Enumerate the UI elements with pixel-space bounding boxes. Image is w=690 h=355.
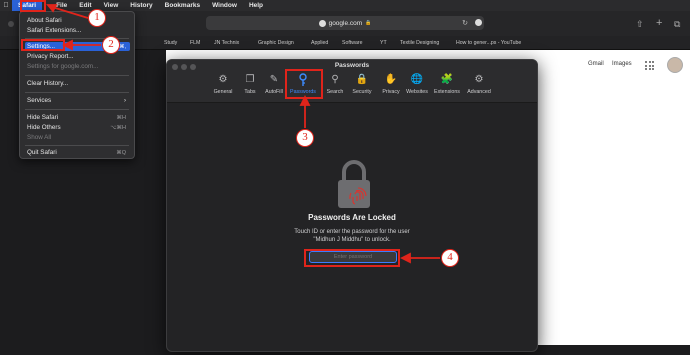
menu-shortcut: ⌘H [116,114,126,121]
menu-item-label: About Safari [27,17,62,24]
bookmark-flm[interactable]: FLM [190,40,200,46]
reload-icon[interactable]: ↻ [462,19,468,27]
locked-description: Touch ID or enter the password for the u… [167,228,537,244]
site-icon [318,19,326,27]
images-link[interactable]: Images [612,61,632,67]
menu-edit[interactable]: Edit [73,2,97,9]
new-tab-icon[interactable]: + [656,17,662,29]
apple-logo-icon[interactable]:  [0,2,12,9]
tab-advanced-label: Advanced [467,89,491,95]
tab-websites-label: Websites [406,89,428,95]
menu-item-label: Show All [27,134,52,141]
menu-item-label: Hide Others [27,124,61,131]
menu-view[interactable]: View [98,2,125,9]
menu-item-label: Services [27,97,52,104]
share-icon[interactable]: ⇧ [636,19,644,30]
annotation-step-1: 1 [88,9,106,27]
annotation-step-2: 2 [102,36,120,54]
locked-title: Passwords Are Locked [308,213,396,222]
passwords-titlebar: Passwords ⚙ General ❐ Tabs ✎ AutoFill Pa… [167,60,537,103]
bookmark-study[interactable]: Study [164,40,177,46]
menu-bar:  Safari File Edit View History Bookmark… [0,0,690,11]
secure-lock-icon: 🔒 [365,20,372,26]
puzzle-icon: 🧩 [440,74,454,85]
annotation-box-password-field [304,249,400,267]
extension-icon[interactable] [475,19,482,26]
bookmark-textile-designing[interactable]: Textile Designing [400,40,439,46]
menu-file[interactable]: File [42,2,73,9]
passwords-window-title: Passwords [334,62,370,69]
menu-item-quit-safari[interactable]: Quit Safari ⌘Q [25,148,130,157]
tab-advanced[interactable]: ⚙ Advanced [462,73,496,101]
annotation-box-safari-menu [20,0,46,12]
menu-item-about-safari[interactable]: About Safari [25,16,130,25]
menu-item-safari-extensions[interactable]: Safari Extensions... [25,26,130,35]
annotation-box-settings [21,39,65,51]
bookmark-yt[interactable]: YT [380,40,387,46]
menu-shortcut: ⌥⌘H [110,124,126,131]
bookmark-jn-technix[interactable]: JN Technix [214,40,239,46]
menu-item-label: Privacy Report... [27,53,74,60]
menu-separator [25,145,129,146]
menu-item-settings-for-site: Settings for google.com... [25,62,130,71]
menu-shortcut: ⌘Q [116,149,126,156]
menu-item-label: Clear History... [27,80,69,87]
menu-help[interactable]: Help [243,2,269,9]
tab-overview-icon[interactable]: ⧉ [674,19,680,30]
tab-websites[interactable]: 🌐 Websites [400,73,434,101]
menu-item-label: Quit Safari [27,149,57,156]
menu-item-label: Settings for google.com... [27,63,99,70]
menu-separator [25,75,129,76]
window-control-dot[interactable] [8,21,14,27]
apps-grid-icon[interactable] [645,61,654,70]
menu-item-clear-history[interactable]: Clear History... [25,79,130,88]
locked-padlock-icon [332,158,376,210]
menu-item-label: Safari Extensions... [27,27,82,34]
menu-shortcut: ⌘, [118,43,126,50]
menu-bookmarks[interactable]: Bookmarks [159,2,206,9]
menu-history[interactable]: History [124,2,158,9]
menu-window[interactable]: Window [206,2,243,9]
menu-item-services[interactable]: Services › [25,96,130,105]
avatar[interactable] [667,57,683,73]
globe-icon: 🌐 [410,74,424,85]
address-bar[interactable]: google.com 🔒 ↻ [206,16,484,30]
bookmark-youtube[interactable]: How to gener...ps - YouTube [456,40,521,46]
annotation-box-passwords-tab [285,69,323,99]
bookmark-graphic-design[interactable]: Graphic Design [258,40,294,46]
chevron-right-icon: › [124,97,126,104]
locked-desc-line1: Touch ID or enter the password for the u… [294,229,410,235]
bookmark-software[interactable]: Software [342,40,362,46]
gears-icon: ⚙ [474,74,484,85]
menu-item-label: Hide Safari [27,114,59,121]
url-text: google.com [328,19,363,27]
locked-desc-line2: "Midhun J Middhu" to unlock. [313,237,391,243]
menu-separator [25,92,129,93]
menu-item-show-all: Show All [25,133,130,142]
menu-separator [25,109,129,110]
tab-extensions[interactable]: 🧩 Extensions [430,73,464,101]
bookmark-applied[interactable]: Applied [311,40,328,46]
annotation-step-4: 4 [441,249,459,267]
gmail-link[interactable]: Gmail [588,61,604,67]
safari-menu: About Safari Safari Extensions... Settin… [19,11,135,159]
passwords-window: Passwords ⚙ General ❐ Tabs ✎ AutoFill Pa… [166,59,538,352]
menu-item-hide-safari[interactable]: Hide Safari ⌘H [25,113,130,122]
menu-item-hide-others[interactable]: Hide Others ⌥⌘H [25,123,130,132]
tab-extensions-label: Extensions [434,89,460,95]
screen:  Safari File Edit View History Bookmark… [0,0,690,355]
annotation-step-3: 3 [296,129,314,147]
